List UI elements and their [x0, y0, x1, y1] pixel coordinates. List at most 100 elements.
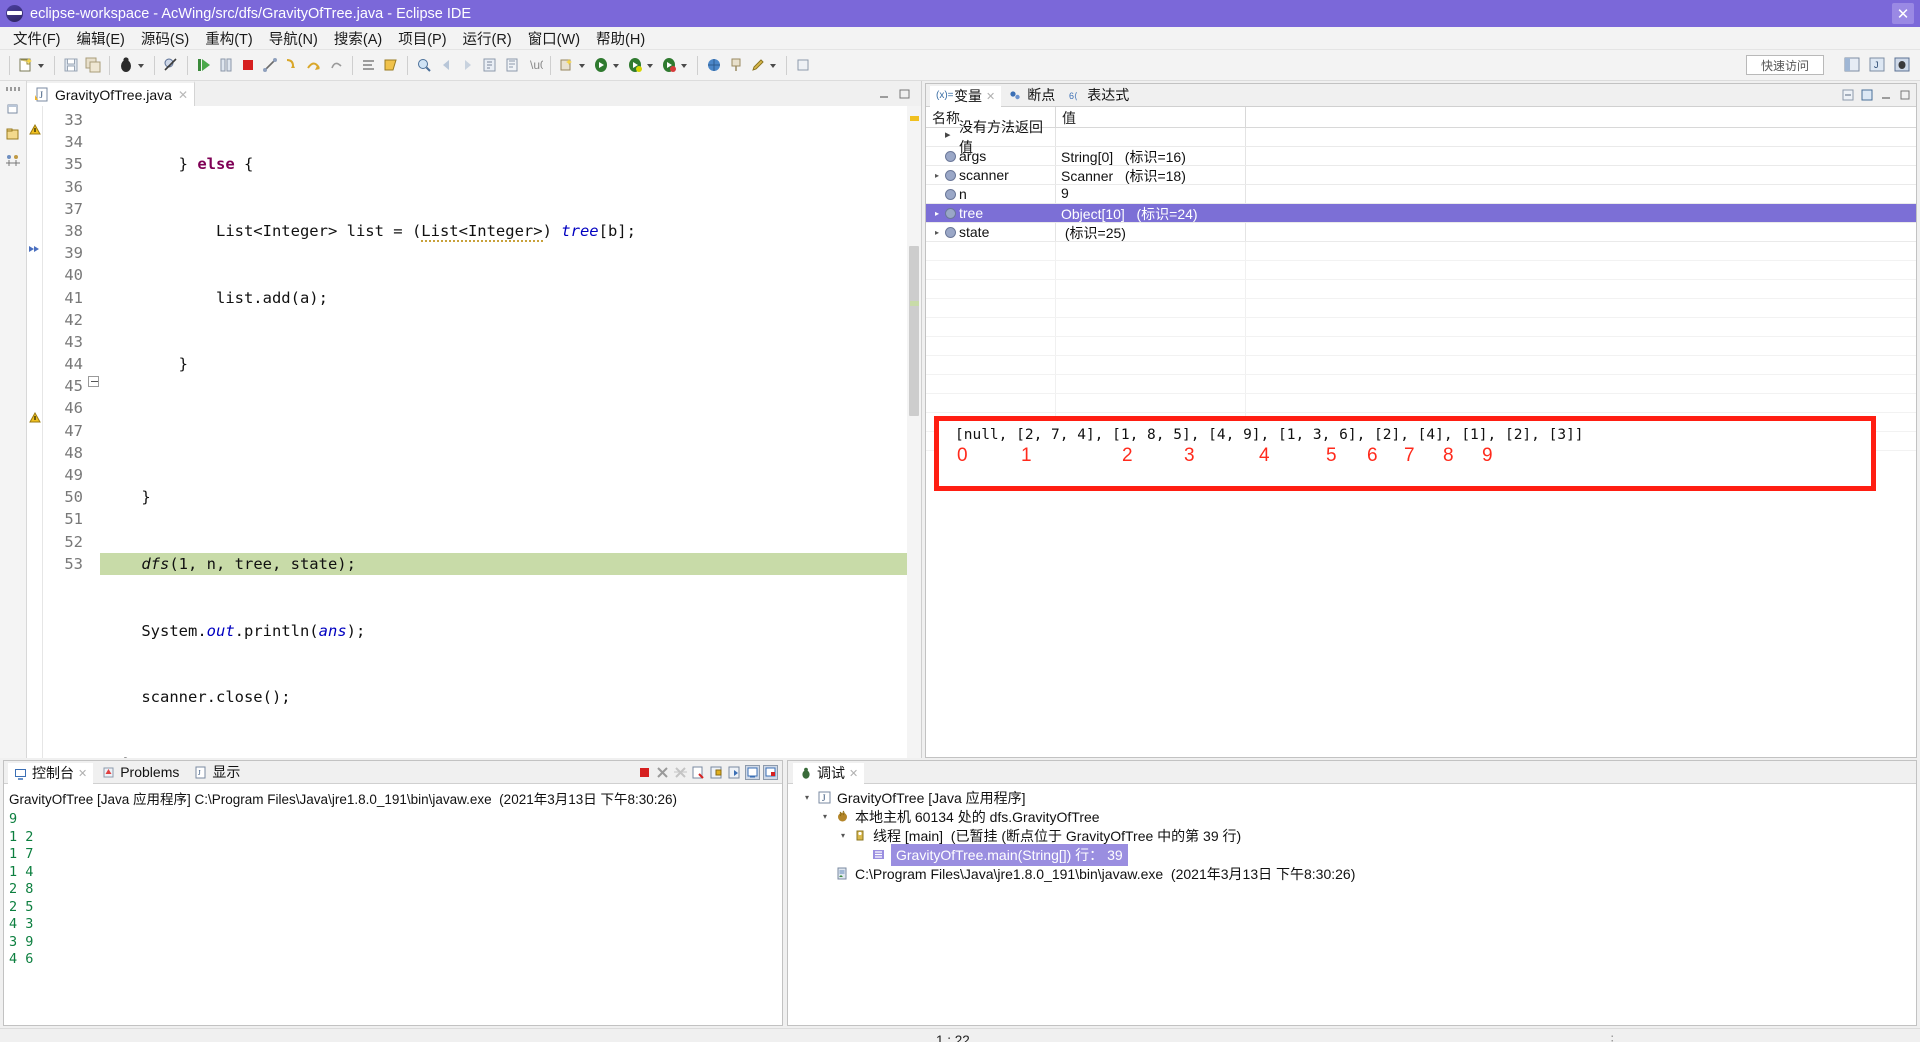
pin-console-icon[interactable] [727, 765, 742, 780]
show-logical-structure-icon[interactable] [1860, 88, 1874, 102]
editor-minimize-icon[interactable] [878, 88, 891, 101]
editor-vertical-scrollbar[interactable] [907, 106, 921, 758]
view-maximize-icon[interactable] [1898, 88, 1912, 102]
previous-annotation-icon[interactable] [437, 56, 455, 74]
debug-perspective-button[interactable] [1892, 54, 1914, 76]
debug-dropdown-icon[interactable] [137, 56, 146, 74]
pin-icon[interactable] [727, 56, 745, 74]
rail-drag-handle[interactable] [5, 87, 21, 91]
code-text[interactable]: } else { List<Integer> list = (List<Inte… [100, 106, 921, 758]
pencil-dropdown-icon[interactable] [769, 56, 778, 74]
outline-icon[interactable] [5, 152, 22, 169]
tab-variables-close-icon[interactable]: ✕ [986, 90, 995, 103]
variable-row-scanner[interactable]: ▸ scanner Scanner (标识=18) [926, 166, 1916, 185]
window-close-button[interactable]: ✕ [1892, 3, 1914, 24]
variable-row-n[interactable]: n 9 [926, 185, 1916, 204]
debug-node-jvm[interactable]: ▾ 本地主机 60134 处的 dfs.GravityOfTree [796, 807, 1916, 826]
tab-console-close-icon[interactable]: ✕ [78, 767, 87, 780]
suspend-icon[interactable] [217, 56, 235, 74]
column-header-value[interactable]: 值 [1056, 107, 1246, 127]
debug-node-process[interactable]: C:\Program Files\Java\jre1.8.0_191\bin\j… [796, 864, 1916, 883]
terminate-icon[interactable] [239, 56, 257, 74]
step-into-icon[interactable] [283, 56, 301, 74]
menu-source[interactable]: 源码(S) [133, 26, 197, 51]
menu-window[interactable]: 窗口(W) [520, 26, 588, 51]
row-twisty[interactable]: ▸ [932, 209, 942, 218]
run-icon[interactable] [592, 56, 610, 74]
annotation-ruler[interactable] [27, 106, 43, 758]
row-twisty[interactable]: ▸ [932, 171, 942, 180]
scrollbar-thumb[interactable] [909, 246, 919, 416]
debug-tree[interactable]: ▾ J GravityOfTree [Java 应用程序] ▾ 本地主机 601… [788, 784, 1916, 1025]
tab-expressions[interactable]: 6⟨ 表达式 [1063, 84, 1135, 107]
menu-search[interactable]: 搜索(A) [326, 26, 390, 51]
open-perspective-icon[interactable] [705, 56, 723, 74]
new-wizard-icon[interactable] [17, 56, 35, 74]
variable-row-method-return[interactable]: 没有方法返回值 [926, 119, 1916, 155]
java-perspective-button[interactable]: J [1867, 54, 1889, 76]
twisty-icon[interactable]: ▾ [802, 793, 812, 802]
fold-toggle-line45[interactable] [88, 376, 99, 387]
run-as-icon[interactable] [626, 56, 644, 74]
new-wizard-dropdown-icon[interactable] [37, 56, 46, 74]
tab-display[interactable]: J 显示 [188, 761, 246, 784]
tab-debug-close-icon[interactable]: ✕ [849, 767, 858, 780]
resume-icon[interactable] [195, 56, 213, 74]
tab-console[interactable]: 控制台 ✕ [8, 760, 94, 784]
new-java-project-icon[interactable] [558, 56, 576, 74]
step-return-icon[interactable] [327, 56, 345, 74]
save-icon[interactable] [62, 56, 80, 74]
view-minimize-icon[interactable] [1879, 88, 1893, 102]
twisty-icon[interactable]: ▾ [838, 831, 848, 840]
tab-breakpoints[interactable]: 断点 [1003, 84, 1061, 107]
next-annotation-icon[interactable] [459, 56, 477, 74]
debug-icon[interactable] [117, 56, 135, 74]
debug-node-launch[interactable]: ▾ J GravityOfTree [Java 应用程序] [796, 788, 1916, 807]
tab-variables[interactable]: (x)= 变量 ✕ [930, 83, 1002, 107]
debug-node-thread[interactable]: ▾ 线程 [main] (已暂挂 (断点位于 GravityOfTree 中的第… [796, 826, 1916, 845]
current-line-overview-marker[interactable] [910, 301, 919, 306]
row-twisty[interactable]: ▸ [932, 228, 942, 237]
external-tools-icon[interactable] [794, 56, 812, 74]
search-icon[interactable] [415, 56, 433, 74]
bookmark-icon[interactable] [503, 56, 521, 74]
editor-tab-gravityoftree[interactable]: J GravityOfTree.java ✕ [27, 81, 196, 106]
disconnect-icon[interactable] [261, 56, 279, 74]
open-console-icon[interactable] [763, 764, 778, 780]
folding-column[interactable] [87, 106, 100, 758]
warning-overview-marker[interactable] [910, 116, 919, 121]
menu-project[interactable]: 项目(P) [390, 26, 454, 51]
variable-row-tree[interactable]: ▸ tree Object[10] (标识=24) [926, 204, 1916, 223]
twisty-icon[interactable]: ▾ [820, 812, 830, 821]
collapse-all-icon[interactable] [1841, 88, 1855, 102]
paragraph-icon[interactable]: \u00b6 [525, 56, 567, 74]
menu-refactor[interactable]: 重构(T) [197, 26, 261, 51]
open-perspective-button[interactable] [1842, 54, 1864, 76]
run-external-dropdown-icon[interactable] [680, 56, 689, 74]
editor-maximize-icon[interactable] [898, 88, 911, 101]
terminate-icon[interactable] [637, 765, 652, 780]
pencil-icon[interactable] [749, 56, 767, 74]
debug-node-stackframe[interactable]: GravityOfTree.main(String[]) 行： 39 [796, 843, 1916, 866]
step-over-icon[interactable] [305, 56, 323, 74]
code-editor[interactable]: 33 34 35 36 37 38 39 40 41 42 43 44 45 4… [27, 106, 921, 758]
menu-run[interactable]: 运行(R) [455, 26, 520, 51]
restore-icon[interactable] [5, 100, 22, 117]
tab-problems[interactable]: Problems [96, 761, 185, 784]
quick-access-field[interactable]: 快速访问 [1746, 55, 1824, 75]
scroll-lock-icon[interactable] [709, 765, 724, 780]
save-all-icon[interactable] [84, 56, 102, 74]
run-dropdown-icon[interactable] [612, 56, 621, 74]
menu-edit[interactable]: 编辑(E) [69, 26, 133, 51]
variable-row-args[interactable]: args String[0] (标识=16) [926, 147, 1916, 166]
variable-row-state[interactable]: ▸ state (标识=25) [926, 223, 1916, 242]
skip-breakpoints-icon[interactable] [162, 56, 180, 74]
column-header-extra[interactable] [1246, 107, 1916, 127]
menu-navigate[interactable]: 导航(N) [261, 26, 326, 51]
menu-help[interactable]: 帮助(H) [588, 26, 653, 51]
toggle-mark-occurrences-icon[interactable] [360, 56, 378, 74]
remove-all-launches-icon[interactable] [673, 765, 688, 780]
open-type-icon[interactable] [382, 56, 400, 74]
remove-launch-icon[interactable] [655, 765, 670, 780]
new-java-project-dropdown-icon[interactable] [578, 56, 587, 74]
